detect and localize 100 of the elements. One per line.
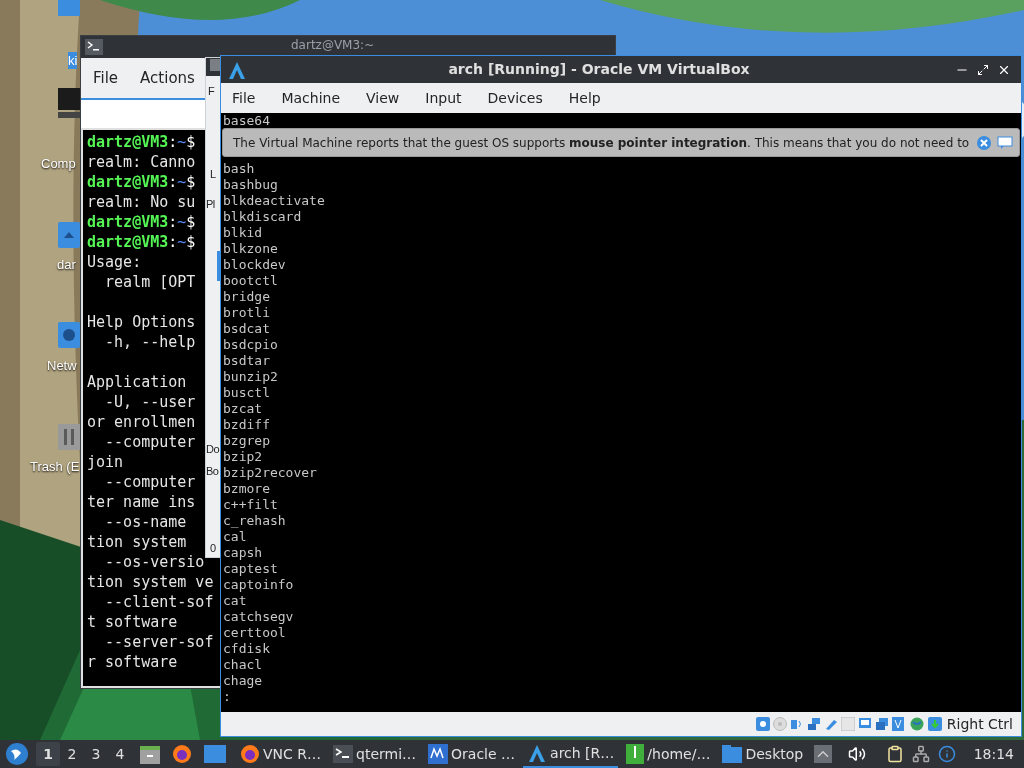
console-line: bsdcpio [223, 337, 278, 353]
console-line: bzdiff [223, 417, 270, 433]
terminal-line: realm: Canno [87, 152, 196, 172]
windows-icon[interactable] [874, 717, 889, 731]
console-line: bunzip2 [223, 369, 278, 385]
console-line: cat [223, 593, 247, 609]
console-line: blockdev [223, 257, 286, 273]
workspace-tab[interactable]: 3 [84, 742, 108, 766]
console-line: bsdtar [223, 353, 270, 369]
taskbar-button[interactable]: arch [R… [523, 740, 619, 768]
terminal-icon [333, 745, 353, 763]
console-line: bzcat [223, 401, 263, 417]
taskbar-button[interactable]: Oracle … [424, 740, 520, 768]
menu-item[interactable]: File [93, 66, 119, 90]
terminal-line: realm: No su [87, 192, 196, 212]
window-title: arch [Running] - Oracle VM VirtualBox [447, 60, 751, 79]
globe-icon[interactable] [908, 717, 925, 731]
console-line: certtool [223, 625, 286, 641]
clipboard-icon[interactable] [885, 745, 904, 763]
console-line: captest [223, 561, 278, 577]
console-line: capsh [223, 545, 263, 561]
menu-item[interactable]: Devices [487, 87, 543, 109]
letter-v-icon[interactable] [891, 717, 906, 731]
console-line: brotli [223, 305, 270, 321]
console-line: chage [223, 673, 263, 689]
console-line: bridge [223, 289, 270, 305]
terminal-line: --server-sof [104, 632, 214, 652]
console-line: c++filt [223, 497, 278, 513]
console-line: bzmore [223, 481, 270, 497]
workspace-tab[interactable]: 2 [60, 742, 84, 766]
taskbar-button[interactable]: /home/… [622, 740, 715, 768]
console-line: catchsegv [223, 609, 294, 625]
window-title: dartz@VM3:~ [291, 38, 375, 52]
menu-item[interactable]: Input [425, 87, 462, 109]
console-line: base64 [223, 113, 270, 129]
letter-a-icon [527, 743, 548, 763]
console-line: blkid [223, 225, 263, 241]
taskbar-button[interactable]: Desktop [718, 740, 808, 768]
menu-item[interactable]: File [232, 87, 256, 109]
terminal-line: ter name ins [87, 492, 196, 512]
terminal-line: dartz@VM3:~$ [87, 212, 196, 232]
terminal-line: -h, --help [104, 332, 196, 352]
terminal-line: Help Options [87, 312, 196, 332]
download-icon[interactable] [927, 717, 942, 731]
terminal-line: dartz@VM3:~$ [87, 172, 196, 192]
window-text: Do [206, 442, 220, 457]
console-line: blkzone [223, 241, 278, 257]
window-text: Pl [206, 197, 215, 212]
firefox-icon [172, 744, 192, 764]
terminal-line: join [87, 452, 124, 472]
file-cabinet-icon[interactable] [140, 744, 160, 764]
console-line: blkdiscard [223, 209, 302, 225]
taskbar-button[interactable]: qtermi… [329, 740, 421, 768]
console-line: bzip2 [223, 449, 263, 465]
terminal-line: r software [87, 652, 178, 672]
terminal-line: Usage: [87, 252, 142, 272]
display-icon[interactable] [857, 717, 872, 731]
computer-icon[interactable] [58, 88, 80, 120]
window-text: 0 [210, 541, 216, 556]
window-text: L [210, 167, 216, 182]
restore-icon[interactable] [977, 63, 989, 76]
terminal-line: realm [OPT [104, 272, 196, 292]
terminal-line: --client-sof [104, 592, 214, 612]
console-line: bzgrep [223, 433, 270, 449]
firefox-icon [240, 744, 260, 764]
window-text: Bo [206, 464, 219, 479]
terminal-line: -U, --user [104, 392, 196, 412]
console-line: bashbug [223, 177, 278, 193]
console-line: captoinfo [223, 577, 294, 593]
menu-item[interactable]: Actions [140, 66, 195, 90]
message-icon[interactable] [997, 135, 1013, 150]
console-line: chacl [223, 657, 263, 673]
terminal-icon [85, 39, 103, 55]
notification-text: The Virtual Machine reports that the guest OS supports mouse pointer integration. This means that you do not need to [233, 134, 971, 151]
terminal-line: t software [87, 612, 178, 632]
terminal-line: --os-name [104, 512, 187, 532]
console-line: bash [223, 161, 255, 177]
menu-item[interactable]: Machine [281, 87, 341, 109]
terminal-line: tion system ve [87, 572, 214, 592]
info-icon[interactable] [937, 745, 956, 763]
terminal-line: --computer [104, 472, 196, 492]
taskbar-button[interactable]: VNC R… [236, 740, 325, 768]
console-line: c_rehash [223, 513, 286, 529]
eject-icon[interactable] [813, 745, 832, 763]
console-line: bootctl [223, 273, 278, 289]
workspace-tab[interactable]: 4 [108, 742, 132, 766]
workspace-tab[interactable]: 1 [36, 742, 60, 766]
console-line: blkdeactivate [223, 193, 325, 209]
console-line: cal [223, 529, 247, 545]
menu-item[interactable]: View [366, 87, 400, 109]
terminal-line: dartz@VM3:~$ [87, 232, 196, 252]
clock: 18:14 [973, 744, 1014, 764]
console-line: bsdcat [223, 321, 270, 337]
terminal-line: dartz@VM3:~$ [87, 132, 196, 152]
menu-item[interactable]: Help [568, 87, 601, 109]
window-text: F [208, 84, 215, 99]
host-key-label: Right Ctrl [946, 714, 1013, 734]
volume-icon[interactable] [847, 745, 866, 763]
console-line: : [223, 689, 231, 705]
folder-icon [722, 745, 743, 763]
